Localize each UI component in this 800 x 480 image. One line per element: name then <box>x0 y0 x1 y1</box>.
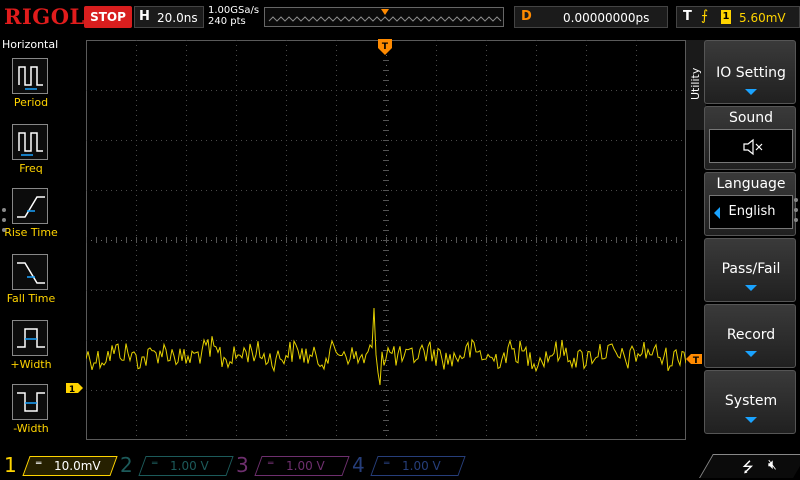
io-setting-button[interactable]: IO Setting <box>704 40 796 104</box>
rise-time-label: Rise Time <box>4 226 58 239</box>
timebase-value: 20.0ns <box>157 11 198 25</box>
utility-menu-tab[interactable]: Utility <box>686 40 706 130</box>
usb-icon: ⭍ <box>742 460 754 476</box>
channel3-scale: 1.00 V <box>286 459 325 473</box>
fall-time-icon <box>12 254 48 290</box>
system-button[interactable]: System <box>704 370 796 434</box>
delay-letter: D <box>521 9 532 24</box>
record-label: Record <box>726 327 776 343</box>
measure-period[interactable]: Period <box>0 58 62 122</box>
trigger-source-badge: 1 <box>721 10 731 24</box>
dc-coupling-icon: ═ <box>268 459 274 469</box>
left-menu-page-dots <box>2 208 6 238</box>
channel-status-bar: 1 ═ 10.0mV 2 ═ 1.00 V 3 ═ 1.00 V 4 ═ 1.0… <box>0 452 800 480</box>
sound-label: Sound <box>728 110 774 126</box>
horizontal-letter: H <box>139 9 150 24</box>
channel2-status[interactable]: 2 ═ 1.00 V <box>120 453 234 478</box>
measure-freq[interactable]: Freq <box>0 124 62 188</box>
memory-depth: 240 pts <box>208 16 246 27</box>
channel3-number: 3 <box>236 453 249 477</box>
period-icon <box>12 58 48 94</box>
pass-fail-label: Pass/Fail <box>721 261 781 277</box>
record-button[interactable]: Record <box>704 304 796 368</box>
negative-width-icon <box>12 384 48 420</box>
horizontal-timebase[interactable]: H 20.0ns <box>134 6 204 28</box>
graticule <box>86 40 686 440</box>
pass-fail-button[interactable]: Pass/Fail <box>704 238 796 302</box>
trigger-readout[interactable]: T ⨍ 1 5.60mV <box>676 6 800 28</box>
memory-overview-strip[interactable] <box>264 7 504 27</box>
run-stop-indicator[interactable]: STOP <box>84 6 132 28</box>
sound-button[interactable]: Sound <box>704 106 796 170</box>
speaker-muted-icon <box>743 138 763 156</box>
trigger-level-letter: T <box>693 356 700 365</box>
delay-readout[interactable]: D 0.00000000ps <box>514 6 668 28</box>
channel4-status[interactable]: 4 ═ 1.00 V <box>352 453 466 478</box>
language-value-box: English <box>709 195 793 229</box>
channel1-scale: 10.0mV <box>54 459 101 473</box>
measure-rise-time[interactable]: Rise Time <box>0 188 62 252</box>
utility-menu: IO Setting Sound Language English Pass/F… <box>704 40 800 436</box>
system-status-icons: ⭍ 🔇︎ <box>699 454 800 478</box>
period-label: Period <box>13 96 49 109</box>
fall-time-label: Fall Time <box>6 292 56 305</box>
channel1-trace <box>86 307 686 386</box>
trigger-level: 5.60mV <box>739 11 786 25</box>
chevron-down-icon <box>745 417 757 423</box>
freq-label: Freq <box>19 162 43 175</box>
right-menu-page-dots <box>794 198 798 228</box>
io-setting-label: IO Setting <box>716 65 786 81</box>
dc-coupling-icon: ═ <box>152 459 158 469</box>
channel1-number: 1 <box>4 453 17 477</box>
channel1-status[interactable]: 1 ═ 10.0mV <box>4 453 118 478</box>
memory-waveform-overview <box>268 9 502 22</box>
speaker-muted-icon: 🔇︎ <box>768 457 777 473</box>
negative-width-label: -Width <box>13 422 49 435</box>
measure-negative-width[interactable]: -Width <box>0 384 62 448</box>
positive-width-icon <box>12 320 48 356</box>
sample-rate: 1.00GSa/s <box>208 5 260 16</box>
trigger-position-marker[interactable]: T <box>377 38 393 56</box>
channel2-number: 2 <box>120 453 133 477</box>
channel2-scale: 1.00 V <box>170 459 209 473</box>
dc-coupling-icon: ═ <box>384 459 390 469</box>
measure-fall-time[interactable]: Fall Time <box>0 254 62 318</box>
frequency-icon <box>12 124 48 160</box>
grid-lines <box>86 40 686 440</box>
positive-width-label: +Width <box>10 358 52 371</box>
channel3-status[interactable]: 3 ═ 1.00 V <box>236 453 350 478</box>
channel4-scale: 1.00 V <box>402 459 441 473</box>
utility-tab-label: Utility <box>689 67 702 100</box>
language-value: English <box>728 204 776 219</box>
dc-coupling-icon: ═ <box>36 459 42 469</box>
chevron-down-icon <box>745 89 757 95</box>
overview-trace <box>268 16 502 22</box>
chevron-down-icon <box>745 351 757 357</box>
trigger-level-marker[interactable]: T <box>686 353 702 365</box>
rise-time-icon <box>12 188 48 224</box>
language-label: Language <box>716 176 786 192</box>
channel4-number: 4 <box>352 453 365 477</box>
rising-edge-icon: ⨍ <box>701 8 709 24</box>
top-status-bar: RIGOL STOP H 20.0ns 1.00GSa/s 240 pts D … <box>0 0 800 36</box>
measure-positive-width[interactable]: +Width <box>0 320 62 384</box>
trigger-marker-letter: T <box>382 42 389 52</box>
channel1-marker-number: 1 <box>69 385 75 394</box>
waveform-display[interactable] <box>86 40 686 440</box>
chevron-down-icon <box>745 285 757 291</box>
horizontal-measure-menu: Horizontal Period Freq Rise Time Fall Ti… <box>0 36 62 450</box>
system-label: System <box>724 393 778 409</box>
trigger-letter: T <box>683 9 692 24</box>
overview-trigger-marker <box>381 9 389 15</box>
language-button[interactable]: Language English <box>704 172 796 236</box>
acquisition-info: 1.00GSa/s 240 pts <box>208 5 259 27</box>
channel1-offset-marker[interactable]: 1 <box>66 382 84 394</box>
left-menu-title: Horizontal <box>2 38 59 51</box>
delay-value: 0.00000000ps <box>563 11 650 25</box>
brand-logo: RIGOL <box>4 4 85 29</box>
sound-value <box>709 129 793 163</box>
